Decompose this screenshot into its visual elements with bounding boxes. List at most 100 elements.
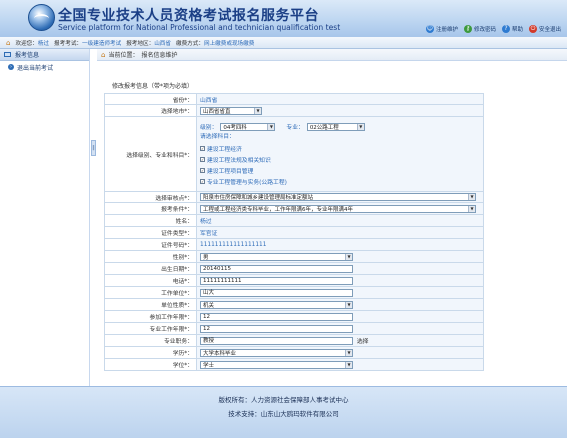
sidebar-item-label: 退出当前考试: [17, 64, 54, 72]
form-row-subjects: 选择级别、专业和科目*： 级别： 04考四科 ▼ 专业： 02公路工程 ▼ 请选择科…: [104, 116, 484, 192]
city-select-value: 山西省省直: [203, 108, 231, 115]
register-link[interactable]: ☺ 注册维护: [425, 25, 458, 33]
site-subtitle: Service platform for National Profession…: [58, 23, 341, 32]
unit-type-select-value: 机关: [203, 302, 215, 309]
form-row-province: 省份*： 山西省: [104, 93, 484, 105]
province-label: 省份*：: [104, 93, 197, 105]
condition-select-value: 工程或工程经济类专科毕业，工作年限满6年，专业年限满4年: [203, 206, 354, 213]
subject-label-4: 专业工程管理与实务(公路工程): [207, 180, 287, 186]
tech-support-text: 技术支持：山东山大鸥玛软件有限公司: [228, 410, 339, 418]
subject-label-3: 建设工程项目管理: [207, 169, 254, 175]
pay-label: 缴费方式：: [175, 40, 204, 47]
province-value: 山西省: [200, 97, 218, 104]
gender-select[interactable]: 男 ▼: [200, 252, 353, 261]
city-select[interactable]: 山西省省直 ▼: [200, 106, 262, 115]
form-panel: 修改报考信息（带*项为必填） 省份*： 山西省 选择地市*： 山西省省直 ▼ 选择…: [104, 78, 484, 386]
form-row-audit: 选择审核点*： 阳泉市住房保障和城乡建设管理局标准定额站 ▼: [104, 191, 484, 203]
copyright-text: 版权所有：人力资源社会保障部人事考试中心: [218, 396, 349, 404]
sidebar-item-exit-exam[interactable]: › 退出当前考试: [0, 61, 89, 73]
header-links: ☺ 注册维护 ⚷ 修改密码 ? 帮助 ⏻ 安全退出: [425, 25, 561, 33]
exam-label: 报考考试：: [54, 40, 83, 47]
form-row-prof-years: 专业工作年限*： 12: [104, 322, 484, 335]
chevron-down-icon: ▼: [468, 205, 475, 212]
company-label: 工作单位*：: [104, 286, 197, 299]
idno-label: 证件号码*：: [104, 238, 197, 251]
subject-label-2: 建设工程法规及相关知识: [207, 158, 271, 164]
sidebar-collapse-handle[interactable]: ‖: [91, 140, 96, 156]
subject-checkbox-1[interactable]: ✓ 建设工程经济: [200, 143, 480, 154]
subject-checkbox-3[interactable]: ✓ 建设工程项目管理: [200, 165, 480, 176]
logout-label: 安全退出: [538, 27, 561, 33]
breadcrumb-path: 报名信息维护: [141, 52, 178, 59]
major-select[interactable]: 02公路工程 ▼: [306, 122, 365, 131]
audit-label: 选择审核点*：: [104, 191, 197, 203]
degree-select-value: 大学本科毕业: [203, 350, 237, 357]
condition-label: 报考条件*：: [104, 202, 197, 215]
work-years-label: 参加工作年限*：: [104, 310, 197, 323]
work-years-input[interactable]: 12: [200, 312, 353, 321]
form-row-work-years: 参加工作年限*： 12: [104, 310, 484, 323]
chevron-down-icon: ▼: [345, 349, 352, 356]
power-icon: ⏻: [528, 25, 537, 33]
key-icon: ⚷: [463, 25, 472, 33]
region-value: 山西省: [154, 40, 171, 47]
page-footer: 版权所有：人力资源社会保障部人事考试中心 技术支持：山东山大鸥玛软件有限公司: [0, 386, 567, 438]
help-label: 帮助: [511, 27, 523, 33]
chevron-down-icon: ▼: [356, 123, 364, 130]
form-row-phone: 电话*： 11111111111: [104, 274, 484, 287]
home-icon: ⌂: [6, 38, 11, 47]
chevron-down-icon: ▼: [345, 301, 352, 308]
exam-value: 一级建造师考试: [82, 40, 122, 47]
name-label: 姓名：: [104, 214, 197, 227]
form-row-city: 选择地市*： 山西省省直 ▼: [104, 104, 484, 117]
subject-checkbox-4[interactable]: ✓ 专业工程管理与实务(公路工程): [200, 176, 480, 187]
page-header: 全国专业技术人员资格考试报名服务平台 Service platform for …: [0, 0, 567, 37]
prof-title-input[interactable]: 教授: [200, 337, 353, 346]
form-row-degree: 学历*： 大学本科毕业 ▼: [104, 346, 484, 359]
idtype-label: 证件类型*：: [104, 226, 197, 239]
form-row-company: 工作单位*： 山大: [104, 286, 484, 299]
home-icon: ⌂: [101, 50, 106, 59]
unit-type-select[interactable]: 机关 ▼: [200, 300, 353, 309]
chevron-down-icon: ▼: [254, 107, 261, 114]
form-row-gender: 性别*： 男 ▼: [104, 250, 484, 263]
audit-select[interactable]: 阳泉市住房保障和城乡建设管理局标准定额站 ▼: [200, 193, 476, 201]
welcome-label: 欢迎您：: [15, 40, 38, 47]
xuewei-label: 学位*：: [104, 358, 197, 371]
breadcrumb: ⌂ 当前位置： 报名信息维护: [97, 49, 567, 61]
chevron-down-icon: ▼: [468, 194, 475, 200]
change-password-link[interactable]: ⚷ 修改密码: [463, 25, 496, 33]
chevron-down-icon: ▼: [345, 361, 352, 368]
company-input[interactable]: 山大: [200, 288, 353, 297]
prof-years-input[interactable]: 12: [200, 324, 353, 333]
phone-input[interactable]: 11111111111: [200, 276, 353, 285]
degree-label: 学历*：: [104, 346, 197, 359]
form-row-condition: 报考条件*： 工程或工程经济类专科毕业，工作年限满6年，专业年限满4年 ▼: [104, 202, 484, 215]
level-select[interactable]: 04考四科 ▼: [220, 122, 276, 131]
site-title: 全国专业技术人员资格考试报名服务平台: [58, 8, 319, 24]
select-title-button[interactable]: 选择: [357, 339, 369, 345]
chevron-down-icon: ▼: [267, 123, 275, 130]
logout-link[interactable]: ⏻ 安全退出: [528, 25, 561, 33]
xuewei-select[interactable]: 学士 ▼: [200, 360, 353, 369]
monitor-icon: [4, 52, 11, 57]
audit-select-value: 阳泉市住房保障和城乡建设管理局标准定额站: [203, 195, 314, 201]
phone-label: 电话*：: [104, 274, 197, 287]
idno-value: 111111111111111111: [200, 241, 267, 248]
condition-select[interactable]: 工程或工程经济类专科毕业，工作年限满6年，专业年限满4年 ▼: [200, 204, 476, 213]
gender-select-value: 男: [203, 254, 209, 261]
sidebar-header: 报考信息: [0, 49, 89, 61]
unit-type-label: 单位性质*：: [104, 298, 197, 311]
degree-select[interactable]: 大学本科毕业 ▼: [200, 348, 353, 357]
form-title: 修改报考信息（带*项为必填）: [112, 83, 194, 90]
birth-date-input[interactable]: 20140115: [200, 264, 353, 273]
prof-title-label: 专业职务：: [104, 334, 197, 347]
subject-label-1: 建设工程经济: [207, 147, 242, 153]
chevron-down-icon: ▼: [345, 253, 352, 260]
help-link[interactable]: ? 帮助: [501, 25, 523, 33]
idtype-value: 军官证: [200, 231, 218, 237]
checkbox-checked-icon: ✓: [200, 146, 205, 151]
user-name: 杨过: [37, 40, 50, 47]
level-select-value: 04考四科: [223, 124, 247, 131]
subject-checkbox-2[interactable]: ✓ 建设工程法规及相关知识: [200, 154, 480, 165]
